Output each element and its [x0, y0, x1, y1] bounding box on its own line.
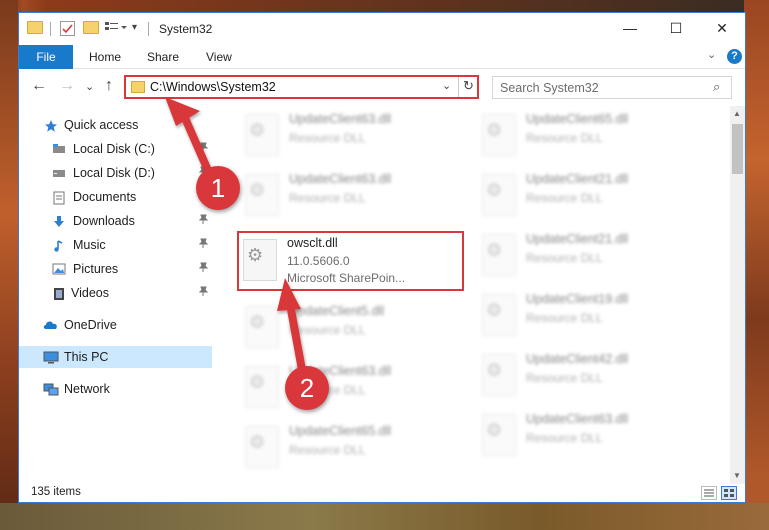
annotation-arrows [165, 97, 306, 374]
step-1-marker: 1 [196, 166, 240, 210]
step-2-marker: 2 [285, 366, 329, 410]
arrow-to-address-bar [165, 97, 214, 179]
arrow-to-file-tile [277, 278, 306, 374]
